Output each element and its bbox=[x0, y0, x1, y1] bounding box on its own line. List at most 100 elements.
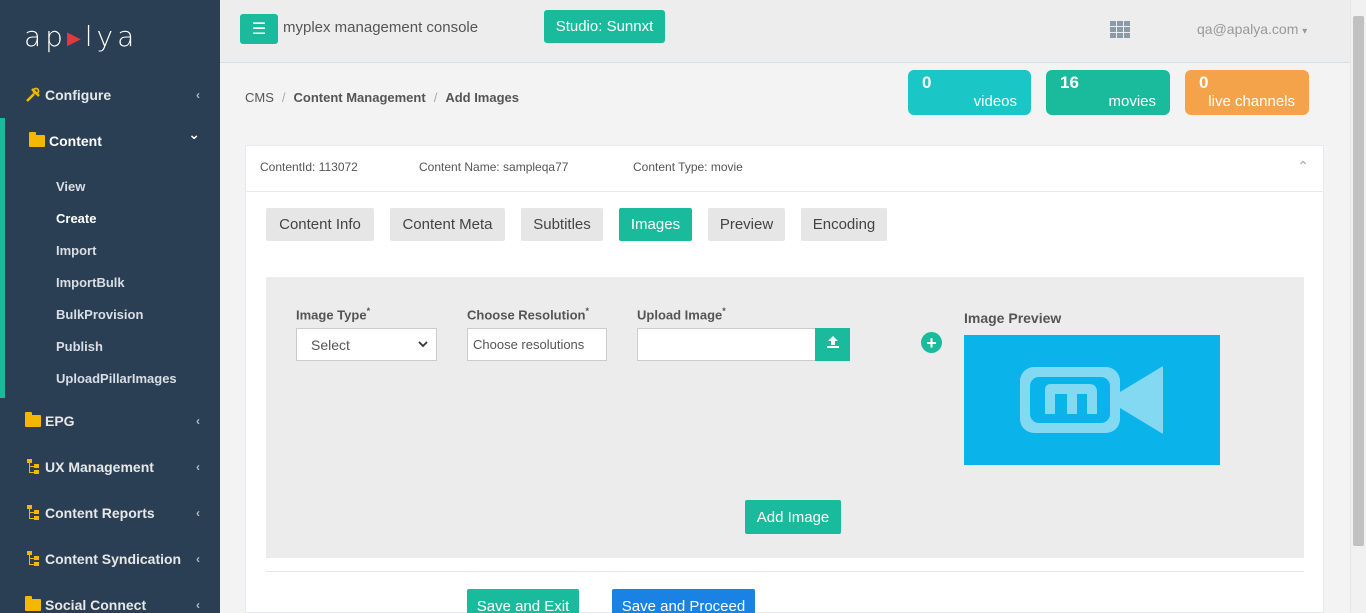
collapse-icon[interactable]: ⌃ bbox=[1297, 158, 1309, 175]
user-menu[interactable]: qa@apalya.com ▾ bbox=[1197, 21, 1307, 37]
chevron-left-icon: ‹ bbox=[196, 414, 200, 428]
tab-images[interactable]: Images bbox=[619, 208, 692, 241]
sidebar-item-content-syndication[interactable]: Content Syndication ‹ bbox=[0, 536, 220, 582]
chevron-left-icon: ‹ bbox=[196, 598, 200, 612]
upload-button[interactable] bbox=[815, 328, 850, 361]
stat-videos: 0 videos bbox=[908, 70, 1031, 115]
breadcrumb-add-images: Add Images bbox=[445, 90, 519, 105]
sidebar-item-ux-management[interactable]: UX Management ‹ bbox=[0, 444, 220, 490]
menu-toggle-button[interactable]: ☰ bbox=[240, 14, 278, 44]
sidebar-item-label: Content bbox=[49, 133, 102, 149]
save-and-exit-button[interactable]: Save and Exit bbox=[467, 589, 579, 613]
submenu-item-importbulk[interactable]: ImportBulk bbox=[5, 266, 220, 298]
tab-encoding[interactable]: Encoding bbox=[801, 208, 887, 241]
breadcrumb: CMS / Content Management / Add Images bbox=[245, 90, 519, 105]
logo-text: ap▶lya bbox=[24, 19, 139, 53]
tab-content-meta[interactable]: Content Meta bbox=[390, 208, 505, 241]
sidebar-item-content[interactable]: Content ⌄ bbox=[0, 118, 220, 164]
stat-count: 16 bbox=[1060, 73, 1079, 92]
stat-count: 0 bbox=[1199, 73, 1209, 92]
chevron-left-icon: ‹ bbox=[196, 460, 200, 474]
divider bbox=[266, 571, 1304, 572]
submenu-item-view[interactable]: View bbox=[5, 170, 220, 202]
sidebar-item-label: Content Reports bbox=[45, 505, 155, 521]
camera-logo-icon bbox=[1020, 366, 1163, 434]
console-title: myplex management console bbox=[283, 19, 479, 36]
resolution-select[interactable]: Choose resolutions bbox=[467, 328, 607, 361]
image-preview-label: Image Preview bbox=[964, 310, 1062, 326]
logo-play-mark: ▶ bbox=[66, 27, 85, 49]
sidebar-menu: Configure ‹ Content ⌄ View Create Import… bbox=[0, 72, 220, 613]
stat-count: 0 bbox=[922, 73, 932, 92]
sitemap-icon bbox=[24, 505, 42, 521]
submenu-item-import[interactable]: Import bbox=[5, 234, 220, 266]
breadcrumb-separator: / bbox=[433, 90, 438, 105]
upload-icon bbox=[826, 335, 840, 354]
folder-icon bbox=[24, 596, 42, 613]
sidebar-item-label: EPG bbox=[45, 413, 75, 429]
apps-grid-icon[interactable] bbox=[1110, 21, 1131, 38]
sidebar-item-social-connect[interactable]: Social Connect ‹ bbox=[0, 582, 220, 613]
scrollbar-thumb[interactable] bbox=[1353, 16, 1364, 546]
content-submenu: View Create Import ImportBulk BulkProvis… bbox=[0, 164, 220, 398]
save-and-proceed-button[interactable]: Save and Proceed bbox=[612, 589, 755, 613]
tab-preview[interactable]: Preview bbox=[708, 208, 785, 241]
wrench-icon bbox=[24, 87, 42, 103]
sidebar-item-label: UX Management bbox=[45, 459, 154, 475]
stat-label: movies bbox=[1108, 93, 1156, 110]
page-scrollbar[interactable] bbox=[1350, 0, 1366, 613]
chevron-left-icon: ‹ bbox=[196, 506, 200, 520]
resolution-label: Choose Resolution* bbox=[467, 306, 589, 323]
stat-label: videos bbox=[973, 93, 1017, 110]
chevron-down-icon bbox=[418, 339, 428, 351]
stat-movies: 16 movies bbox=[1046, 70, 1170, 115]
sidebar-item-epg[interactable]: EPG ‹ bbox=[0, 398, 220, 444]
content-id: ContentId: 113072 bbox=[260, 160, 358, 174]
sitemap-icon bbox=[24, 551, 42, 567]
caret-down-icon: ▾ bbox=[1302, 26, 1308, 37]
folder-icon bbox=[24, 412, 42, 429]
logo[interactable]: ap▶lya bbox=[0, 0, 220, 72]
upload-image-label: Upload Image* bbox=[637, 306, 726, 323]
content-type: Content Type: movie bbox=[633, 160, 743, 174]
breadcrumb-separator: / bbox=[281, 90, 286, 105]
tab-bar: Content Info Content Meta Subtitles Imag… bbox=[266, 208, 903, 241]
submenu-item-bulkprovision[interactable]: BulkProvision bbox=[5, 298, 220, 330]
add-row-button[interactable]: + bbox=[921, 332, 942, 353]
plus-icon: + bbox=[926, 332, 937, 353]
tab-subtitles[interactable]: Subtitles bbox=[521, 208, 603, 241]
sidebar-item-label: Configure bbox=[45, 87, 112, 103]
sidebar-item-configure[interactable]: Configure ‹ bbox=[0, 72, 220, 118]
content-name: Content Name: sampleqa77 bbox=[419, 160, 569, 174]
image-type-label: Image Type* bbox=[296, 306, 371, 323]
chevron-left-icon: ‹ bbox=[196, 88, 200, 102]
hamburger-icon: ☰ bbox=[251, 21, 267, 38]
submenu-item-publish[interactable]: Publish bbox=[5, 330, 220, 362]
submenu-item-create[interactable]: Create bbox=[5, 202, 220, 234]
content-panel: ContentId: 113072 Content Name: sampleqa… bbox=[245, 145, 1324, 613]
sidebar-item-content-reports[interactable]: Content Reports ‹ bbox=[0, 490, 220, 536]
image-preview bbox=[964, 335, 1220, 465]
sidebar-item-label: Content Syndication bbox=[45, 551, 182, 567]
submenu-item-uploadpillarimages[interactable]: UploadPillarImages bbox=[5, 362, 220, 394]
image-type-select[interactable]: Select bbox=[296, 328, 437, 361]
sitemap-icon bbox=[24, 459, 42, 475]
sidebar-item-label: Social Connect bbox=[45, 597, 147, 613]
top-nav: ☰ myplex management console Studio: Sunn… bbox=[220, 0, 1350, 63]
breadcrumb-content-management[interactable]: Content Management bbox=[294, 90, 426, 105]
sidebar: ap▶lya Configure ‹ Content ⌄ View Create… bbox=[0, 0, 220, 613]
chevron-down-icon: ⌄ bbox=[188, 126, 200, 142]
breadcrumb-cms[interactable]: CMS bbox=[245, 90, 274, 105]
chevron-left-icon: ‹ bbox=[196, 552, 200, 566]
folder-icon bbox=[28, 132, 46, 149]
content-info-header: ContentId: 113072 Content Name: sampleqa… bbox=[246, 146, 1323, 192]
user-email: qa@apalya.com bbox=[1197, 21, 1299, 37]
image-type-value: Select bbox=[311, 336, 350, 353]
tab-content-info[interactable]: Content Info bbox=[266, 208, 374, 241]
add-image-button[interactable]: Add Image bbox=[745, 500, 841, 534]
studio-button[interactable]: Studio: Sunnxt bbox=[544, 10, 665, 43]
stat-live-channels: 0 live channels bbox=[1185, 70, 1309, 115]
upload-file-input[interactable] bbox=[637, 328, 816, 361]
image-form: Image Type* Select Choose Resolution* Ch… bbox=[266, 277, 1304, 558]
stat-label: live channels bbox=[1208, 93, 1295, 110]
